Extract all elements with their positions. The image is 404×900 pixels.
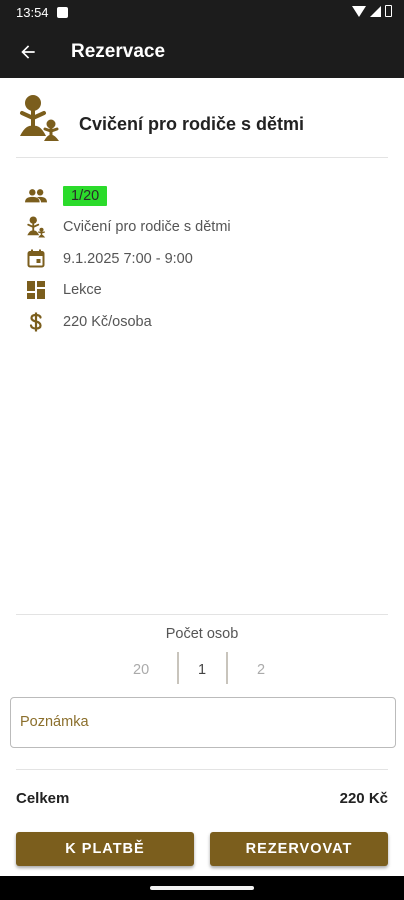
page-title: Rezervace [71, 41, 166, 62]
event-title: Cvičení pro rodiče s dětmi [79, 114, 305, 134]
system-nav-bar [0, 876, 404, 900]
picker-option-prev[interactable]: 20 [133, 662, 149, 678]
pay-button[interactable]: K PLATBĚ [16, 832, 194, 866]
capacity-badge: 1/20 [63, 185, 108, 206]
picker-divider [177, 652, 179, 684]
home-indicator[interactable] [150, 886, 254, 890]
event-datetime: 9.1.2025 7:00 - 9:00 [63, 250, 193, 267]
yoga-icon [20, 95, 59, 141]
datetime-row: 9.1.2025 7:00 - 9:00 [22, 243, 382, 275]
event-type: Lekce [63, 282, 102, 299]
total-value: 220 Kč [339, 790, 388, 807]
capacity-row: 1/20 [22, 180, 382, 212]
picker-option-selected[interactable]: 1 [198, 662, 206, 678]
dollar-icon [29, 312, 42, 332]
back-button[interactable] [10, 34, 46, 70]
divider [16, 769, 388, 770]
activity-name: Cvičení pro rodiče s dětmi [63, 219, 231, 236]
notification-icon [57, 7, 68, 18]
picker-divider [226, 652, 228, 684]
wifi-icon [352, 5, 366, 17]
total-label: Celkem [16, 790, 70, 807]
back-arrow-icon [21, 45, 35, 59]
dashboard-icon [27, 281, 45, 300]
persons-picker[interactable]: 20 1 2 [0, 652, 404, 686]
people-icon [25, 188, 47, 203]
event-price: 220 Kč/osoba [63, 313, 152, 330]
status-time: 13:54 [16, 5, 49, 20]
reserve-button[interactable]: REZERVOVAT [210, 832, 388, 866]
activity-row: Cvičení pro rodiče s dětmi [22, 212, 382, 244]
battery-icon [385, 5, 392, 17]
persons-label: Počet osob [165, 626, 239, 642]
app-bar: Rezervace [0, 26, 404, 78]
type-row: Lekce [22, 275, 382, 307]
event-header: Cvičení pro rodiče s dětmi [16, 92, 388, 158]
calendar-icon [27, 249, 45, 268]
picker-option-next[interactable]: 2 [257, 662, 265, 678]
divider [16, 614, 388, 615]
status-bar: 13:54 [0, 0, 404, 26]
price-row: 220 Kč/osoba [22, 306, 382, 338]
yoga-icon [27, 216, 46, 238]
note-input[interactable] [20, 714, 380, 730]
status-icons [352, 5, 392, 17]
event-details: 1/20 Cvičení pro rodiče s dětmi 9.1.2025… [22, 180, 382, 338]
note-field[interactable] [10, 697, 396, 748]
signal-icon [370, 5, 381, 17]
